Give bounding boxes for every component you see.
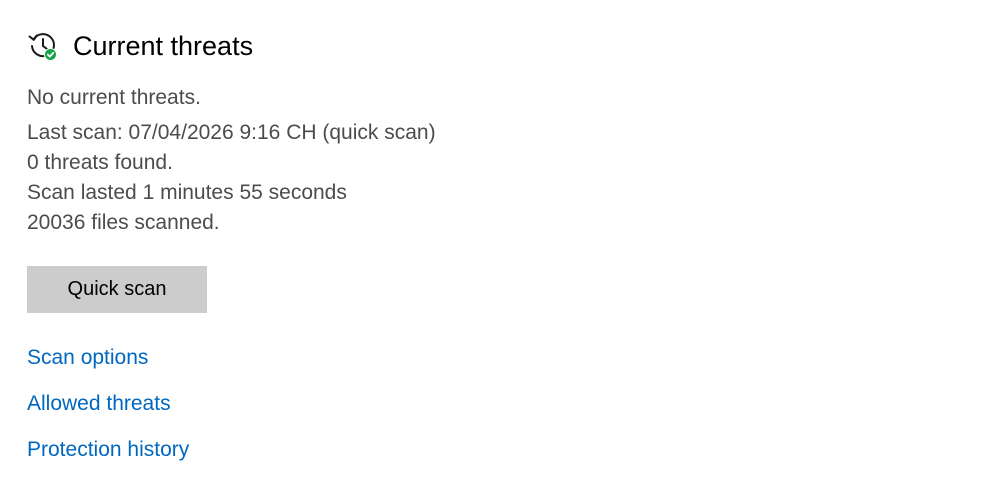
threats-found-text: 0 threats found. — [27, 151, 173, 174]
quick-scan-button[interactable]: Quick scan — [27, 266, 207, 313]
last-scan-text: Last scan: 07/04/2026 9:16 CH (quick sca… — [27, 121, 436, 144]
history-shield-check-icon — [27, 30, 59, 62]
files-scanned-text: 20036 files scanned. — [27, 211, 220, 234]
scan-duration-text: Scan lasted 1 minutes 55 seconds — [27, 181, 347, 204]
page-title: Current threats — [73, 31, 254, 61]
scan-options-link[interactable]: Scan options — [27, 344, 148, 372]
scan-details: Last scan: 07/04/2026 9:16 CH (quick sca… — [27, 118, 436, 238]
section-header: Current threats — [27, 28, 253, 64]
threat-status-text: No current threats. — [27, 86, 201, 109]
allowed-threats-link[interactable]: Allowed threats — [27, 390, 171, 418]
protection-history-link[interactable]: Protection history — [27, 436, 189, 464]
